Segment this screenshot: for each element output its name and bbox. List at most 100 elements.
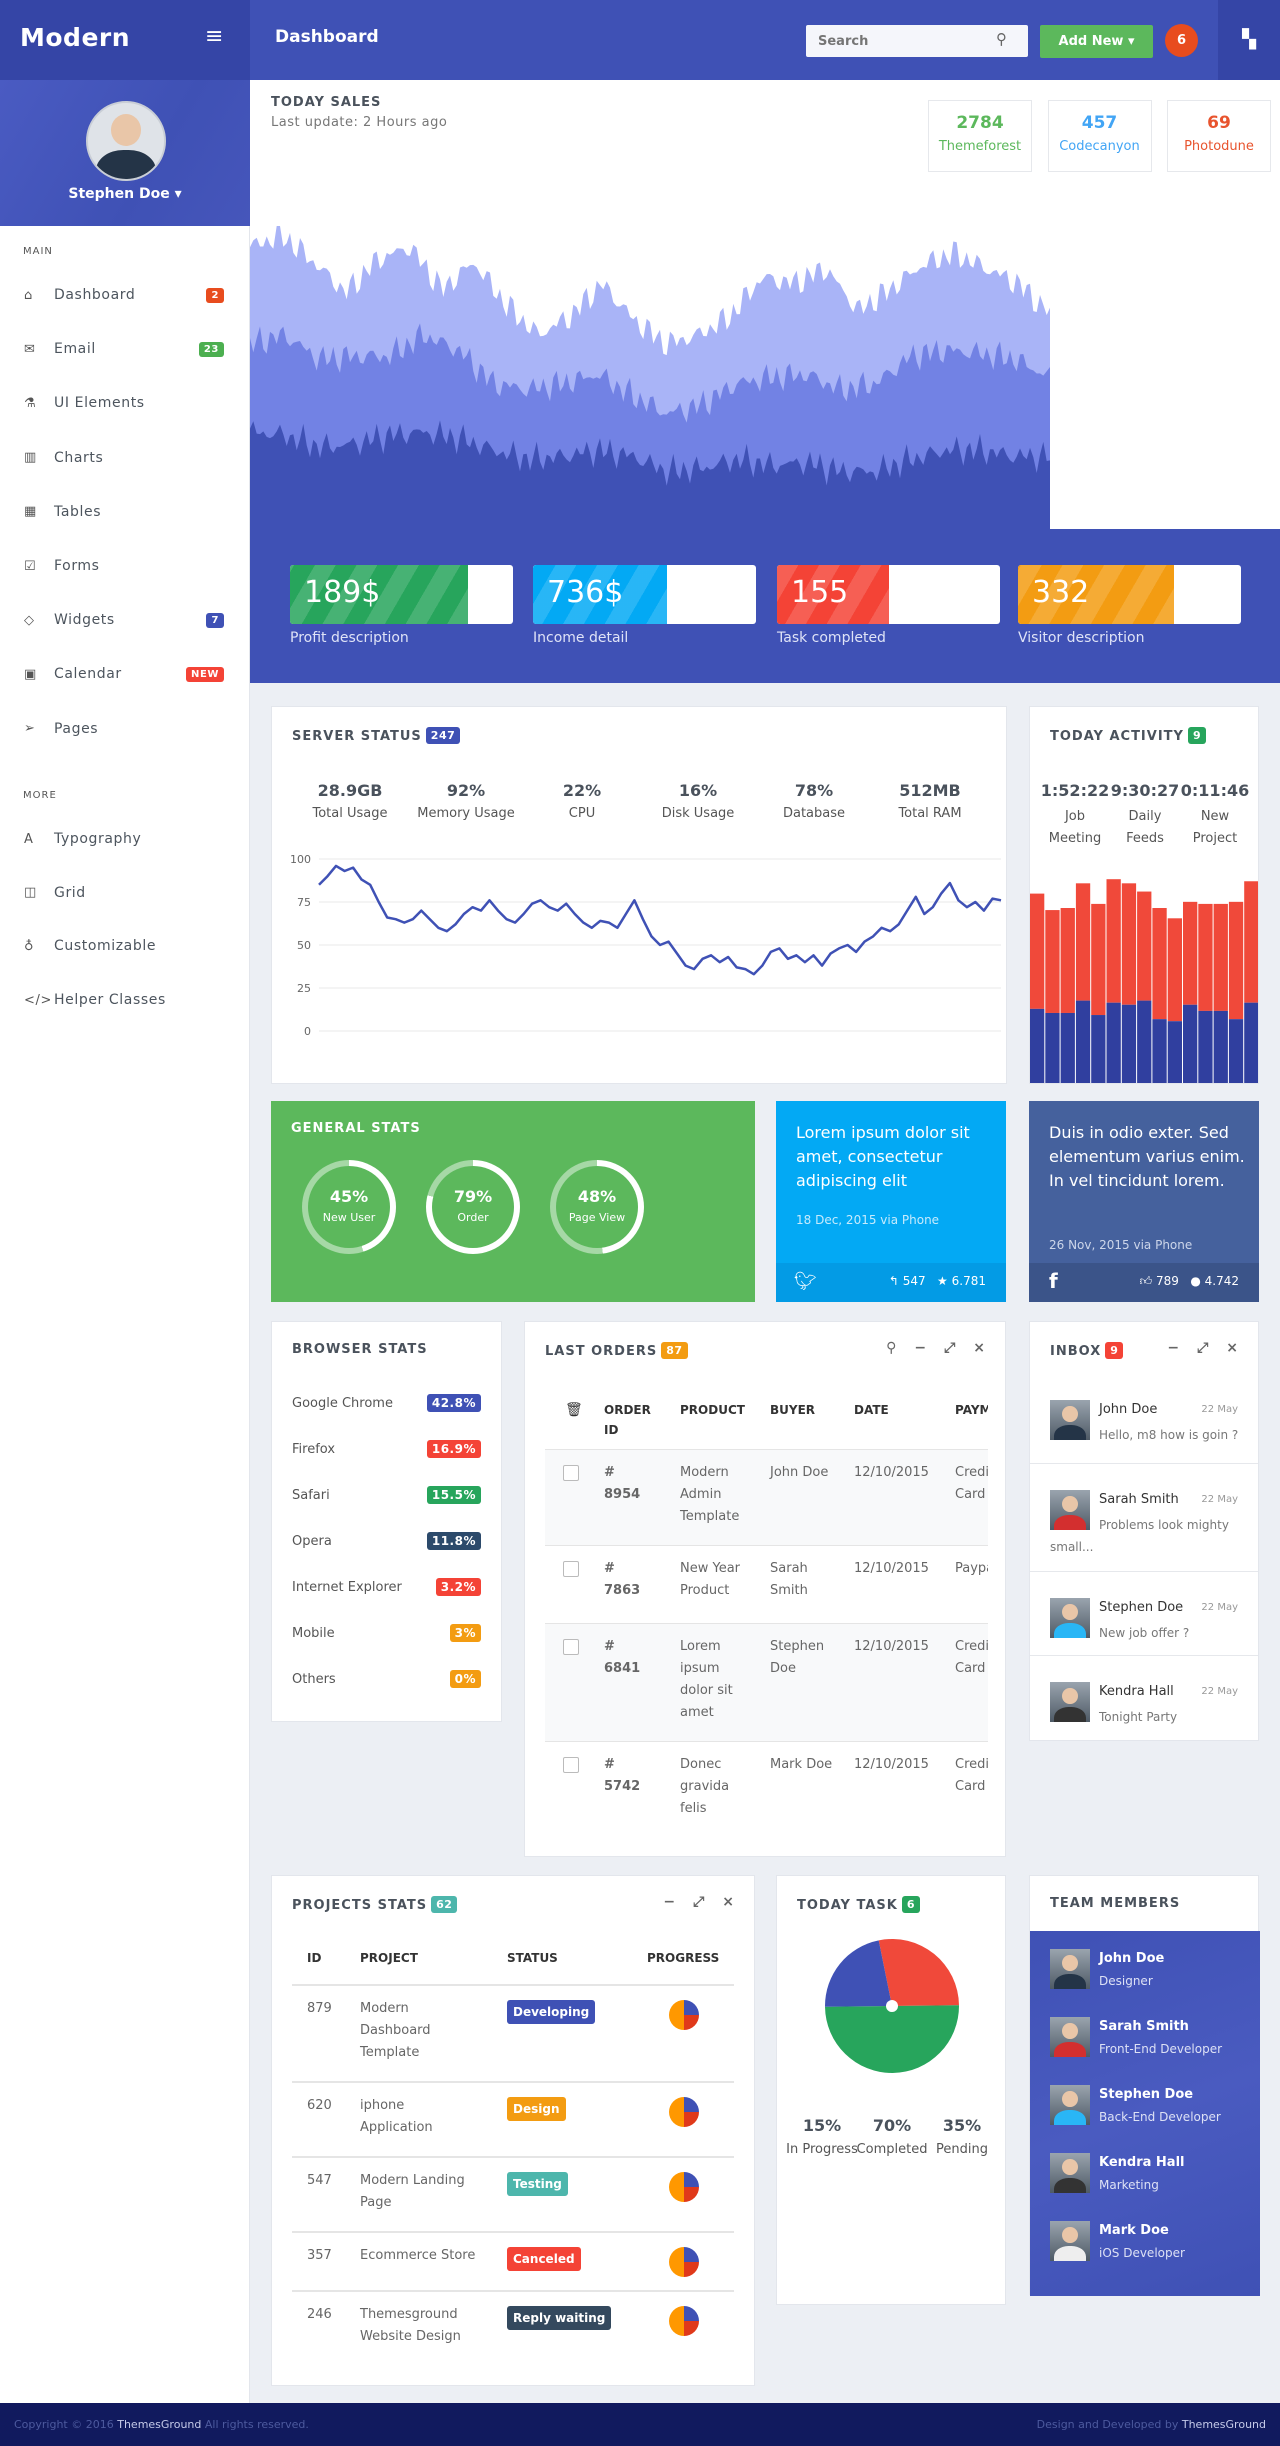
browser-row: Safari 15.5%	[292, 1486, 481, 1504]
close-icon[interactable]: ×	[722, 1894, 734, 1910]
row-checkbox[interactable]	[563, 1561, 579, 1577]
sidebar-item-dashboard[interactable]: ⌂ Dashboard 2	[24, 283, 224, 307]
sidebar-item-grid[interactable]: ◫ Grid	[24, 881, 224, 905]
progress-pie-icon	[669, 2247, 699, 2277]
add-new-button[interactable]: Add New ▾	[1040, 25, 1153, 58]
grid-icon[interactable]: ▚	[1218, 0, 1280, 80]
expand-icon[interactable]: ⤢	[693, 1894, 704, 1910]
table-row[interactable]: #5742 Donec gravida felis Mark Doe 12/10/20…	[545, 1742, 988, 1856]
progress-pie-icon	[669, 2306, 699, 2336]
comment-icon[interactable]: ●	[1190, 1274, 1200, 1288]
table-row[interactable]: #6841 Lorem ipsum dolor sit amet Stephen D…	[545, 1624, 988, 1742]
inbox-message[interactable]: John Doe 22 May Hello, m8 how is goin ?	[1030, 1374, 1258, 1464]
table-row[interactable]: 879 Modern Dashboard Template Developing	[292, 1984, 734, 2081]
trash-icon[interactable]: 🗑︎	[565, 1402, 583, 1418]
sidebar-item-pages[interactable]: ➢ Pages	[24, 717, 224, 741]
close-icon[interactable]: ×	[1226, 1340, 1238, 1356]
sidebar-item-customizable[interactable]: ♁ Customizable	[24, 934, 224, 958]
column-header[interactable]: PROJECT	[360, 1951, 418, 1965]
stat-value: 15%	[802, 2116, 842, 2135]
inbox-message[interactable]: Kendra Hall 22 May Tonight Party	[1030, 1656, 1258, 1742]
column-header[interactable]: PROGRESS	[647, 1951, 719, 1965]
activity-bar-red	[1244, 881, 1258, 1003]
sidebar-item-label: Customizable	[54, 938, 157, 955]
team-member[interactable]: Stephen Doe Back-End Developer	[1030, 2085, 1258, 2145]
inbox-message[interactable]: Stephen Doe 22 May New job offer ?	[1030, 1572, 1258, 1656]
sidebar-item-calendar[interactable]: ▣ Calendar NEW	[24, 662, 224, 686]
table-row[interactable]: 246 Themesground Website Design Reply wait…	[292, 2290, 734, 2361]
sidebar-item-tables[interactable]: ▦ Tables	[24, 500, 224, 524]
browser-name: Internet Explorer	[292, 1579, 402, 1595]
star-icon[interactable]: ★	[937, 1274, 948, 1288]
table-row[interactable]: 620 iphone Application Design	[292, 2081, 734, 2156]
pie-slice	[878, 1939, 959, 2006]
reply-icon[interactable]: ↰	[889, 1274, 899, 1288]
progress-ring: 45% New User	[302, 1160, 396, 1254]
team-member[interactable]: John Doe Designer	[1030, 1949, 1258, 2009]
avatar[interactable]	[86, 101, 166, 181]
hamburger-icon[interactable]: ≡	[205, 24, 223, 49]
search-icon[interactable]: ⚲	[996, 30, 1007, 48]
row-checkbox[interactable]	[563, 1757, 579, 1773]
sidebar-item-ui-elements[interactable]: ⚗ UI Elements	[24, 391, 224, 415]
column-header[interactable]: PRODUCT	[680, 1400, 770, 1420]
column-header[interactable]: STATUS	[507, 1951, 558, 1965]
row-checkbox[interactable]	[563, 1465, 579, 1481]
column-header[interactable]: ID	[307, 1951, 321, 1965]
post-text: Duis in odio exter. Sed elementum varius…	[1049, 1123, 1245, 1190]
buyer: John Doe	[770, 1465, 829, 1480]
activity-bar-blue	[1106, 1002, 1121, 1083]
facebook-icon[interactable]: f	[1049, 1269, 1058, 1293]
team-member[interactable]: Sarah Smith Front-End Developer	[1030, 2017, 1258, 2077]
table-row[interactable]: 357 Ecommerce Store Canceled	[292, 2231, 734, 2290]
footer-credit-link[interactable]: ThemesGround	[1182, 2418, 1266, 2431]
activity-bar-red	[1152, 908, 1167, 1020]
table-row[interactable]: 547 Modern Landing Page Testing	[292, 2156, 734, 2231]
column-header[interactable]: DATE	[854, 1400, 944, 1420]
team-member[interactable]: Kendra Hall Marketing	[1030, 2153, 1258, 2213]
twitter-icon[interactable]: 🐦︎	[794, 1271, 817, 1292]
sidebar-item-label: Charts	[54, 449, 104, 466]
stat-label: In Progress	[786, 2142, 858, 2157]
stat-label: Themeforest	[938, 139, 1022, 154]
notification-badge[interactable]: 6	[1165, 24, 1198, 57]
activity-bar-blue	[1198, 1010, 1213, 1083]
browser-row: Internet Explorer 3.2%	[292, 1578, 481, 1596]
sidebar-item-widgets[interactable]: ◇ Widgets 7	[24, 608, 224, 632]
browser-name: Google Chrome	[292, 1395, 393, 1411]
diamond-icon: ◇	[24, 612, 35, 628]
order-id-hash: #	[604, 1757, 615, 1772]
column-header[interactable]: ORDER ID	[604, 1400, 654, 1440]
sidebar-item-label: Widgets	[54, 612, 115, 629]
table-row[interactable]: #8954 Modern Admin Template John Doe 12/10/…	[545, 1450, 988, 1546]
sidebar-item-label: Grid	[54, 884, 86, 901]
table-row[interactable]: #7863 New Year Product Sarah Smith 12/10/20…	[545, 1546, 988, 1624]
sender-name: Stephen Doe	[1099, 1600, 1184, 1615]
activity-bar-red	[1045, 910, 1060, 1013]
minimize-icon[interactable]: −	[1167, 1340, 1179, 1356]
sidebar-item-email[interactable]: ✉ Email 23	[24, 337, 224, 361]
team-member[interactable]: Mark Doe iOS Developer	[1030, 2221, 1258, 2281]
browser-stats-card: BROWSER STATS Google Chrome 42.8% Firefox 1…	[271, 1321, 502, 1722]
sidebar-item-typography[interactable]: A Typography	[24, 827, 224, 851]
minimize-icon[interactable]: −	[663, 1894, 675, 1910]
project-name: Themesground Website Design	[360, 2307, 461, 2344]
user-name-dropdown[interactable]: Stephen Doe ▾	[0, 186, 250, 202]
inbox-card: INBOX 9 − ⤢ × John Doe 22 May Hello, m8 how i…	[1029, 1321, 1259, 1741]
column-header[interactable]: BUYER	[770, 1400, 860, 1420]
expand-icon[interactable]: ⤢	[1197, 1340, 1208, 1356]
sidebar-item-forms[interactable]: ☑ Forms	[24, 554, 224, 578]
server-line-chart: 100 75 50 25 0	[290, 853, 1002, 1038]
inbox-message[interactable]: Sarah Smith 22 May Problems look mighty sm…	[1030, 1464, 1258, 1572]
progress-label: Profit description	[290, 630, 409, 646]
thumbs-up-icon[interactable]: 👍︎	[1140, 1274, 1153, 1288]
row-checkbox[interactable]	[563, 1639, 579, 1655]
activity-bar-blue	[1137, 1000, 1152, 1083]
column-header[interactable]: PAYMENT	[955, 1400, 988, 1420]
count-badge: 9	[1187, 727, 1207, 744]
sidebar-item-helper-classes[interactable]: </> Helper Classes	[24, 988, 224, 1012]
sidebar-item-charts[interactable]: ▥ Charts	[24, 446, 224, 470]
footer-brand-link[interactable]: ThemesGround	[117, 2418, 201, 2431]
reply-count: 547	[902, 1274, 926, 1288]
search-input[interactable]	[806, 25, 1028, 57]
